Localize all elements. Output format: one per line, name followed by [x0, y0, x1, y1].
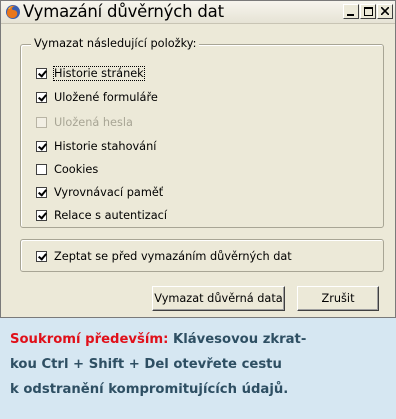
cache-label: Vyrovnávací paměť — [54, 185, 164, 199]
checkbox-row-cache[interactable]: Vyrovnávací paměť — [36, 184, 163, 200]
checkbox-row-cookies[interactable]: Cookies — [36, 161, 98, 177]
group-legend: Vymazat následující položky: — [31, 37, 200, 50]
caption-line-1: Soukromí především: Klávesovou zkrat- — [10, 332, 306, 347]
caption-line-2: kou Ctrl + Shift + Del otevřete cestu — [10, 357, 282, 372]
checkbox-row-history[interactable]: Historie stránek — [36, 65, 145, 81]
ask-checkbox[interactable] — [36, 250, 47, 262]
sessions-checkbox[interactable] — [36, 209, 47, 221]
sessions-label: Relace s autentizací — [54, 208, 167, 222]
clear-private-data-button[interactable]: Vymazat důvěrná data — [152, 286, 285, 311]
forms-label: Uložené formuláře — [54, 90, 158, 104]
firefox-icon — [5, 4, 21, 20]
dialog-window: Vymazání důvěrných dat Vymazat následují… — [0, 0, 396, 318]
forms-checkbox[interactable] — [36, 91, 47, 103]
cookies-label: Cookies — [54, 162, 99, 176]
cache-checkbox[interactable] — [36, 186, 47, 198]
checkbox-row-downloads[interactable]: Historie stahování — [36, 138, 156, 154]
close-icon — [381, 7, 389, 15]
cancel-button[interactable]: Zrušit — [297, 286, 379, 311]
checkbox-row-forms[interactable]: Uložené formuláře — [36, 89, 158, 105]
passwords-label: Uložená hesla — [54, 115, 133, 129]
title-bar[interactable]: Vymazání důvěrných dat — [1, 1, 395, 24]
minimize-button[interactable] — [343, 4, 359, 19]
history-label: Historie stránek — [53, 65, 145, 81]
downloads-checkbox[interactable] — [36, 140, 47, 152]
history-checkbox[interactable] — [36, 67, 47, 79]
caption-box: Soukromí především: Klávesovou zkrat- ko… — [0, 318, 396, 419]
checkbox-row-sessions[interactable]: Relace s autentizací — [36, 207, 167, 223]
ask-label: Zeptat se před vymazáním důvěrných dat — [54, 249, 292, 263]
caption-highlight: Soukromí především: — [10, 332, 169, 347]
checkbox-row-ask[interactable]: Zeptat se před vymazáním důvěrných dat — [36, 248, 292, 264]
downloads-label: Historie stahování — [54, 139, 157, 153]
window-title: Vymazání důvěrných dat — [23, 2, 224, 21]
caption-line-1-rest: Klávesovou zkrat- — [168, 332, 307, 347]
cookies-checkbox[interactable] — [36, 163, 47, 175]
checkbox-row-passwords: Uložená hesla — [36, 114, 133, 130]
caption-line-3: k odstranění kompromitujících údajů. — [10, 382, 289, 397]
passwords-checkbox — [36, 116, 47, 128]
maximize-button[interactable] — [360, 4, 376, 19]
close-button[interactable] — [377, 4, 393, 19]
